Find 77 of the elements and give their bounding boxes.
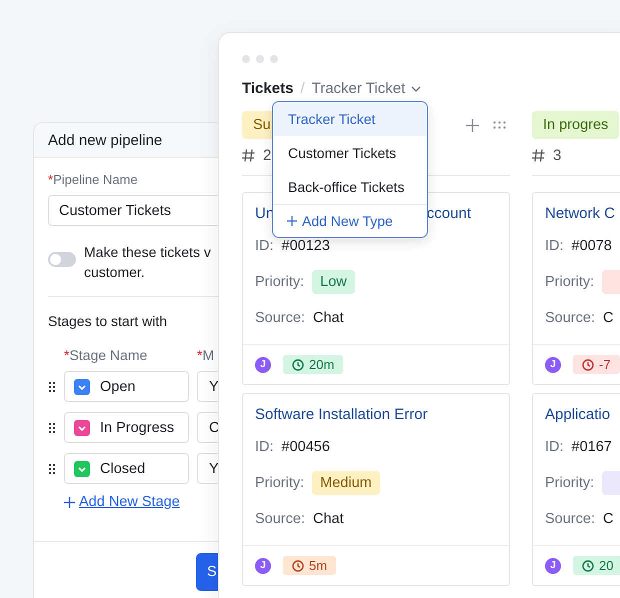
avatar: J xyxy=(255,558,271,574)
ticket-source: Chat xyxy=(312,310,344,326)
field-label: Priority: xyxy=(255,475,304,491)
add-type-button[interactable]: Add New Type xyxy=(273,204,427,237)
field-label: ID: xyxy=(255,238,274,254)
field-label: ID: xyxy=(545,439,564,455)
ticket-id: #00123 xyxy=(282,238,330,254)
timer-badge: -7 xyxy=(573,355,620,374)
ticket-source: C xyxy=(602,310,614,326)
breadcrumb-link[interactable]: Tickets xyxy=(242,80,294,97)
timer-badge: 20m xyxy=(283,355,344,374)
drag-handle-icon[interactable] xyxy=(48,462,56,474)
save-button[interactable]: S xyxy=(196,553,219,591)
chevron-down-icon xyxy=(411,86,422,92)
column-label: *Stage Name xyxy=(64,347,148,363)
ticket-title[interactable]: Software Installation Error xyxy=(255,406,428,423)
toggle-label: Make these tickets v xyxy=(84,243,211,262)
ticket-count: 2 xyxy=(263,146,272,164)
ticket-title[interactable]: Applicatio xyxy=(545,406,610,423)
stage-color-icon[interactable] xyxy=(74,378,90,394)
field-label: *Pipeline Name xyxy=(48,172,139,187)
priority-badge: Medium xyxy=(312,471,380,495)
field-label: Source: xyxy=(255,310,305,326)
field-label: Source: xyxy=(255,511,305,527)
field-label: Source: xyxy=(545,511,595,527)
ticket-title[interactable]: ccount xyxy=(426,205,471,222)
column-tag: In progres xyxy=(532,111,620,139)
breadcrumb-separator: / xyxy=(300,80,305,97)
hash-icon xyxy=(532,148,545,162)
stage-color-icon[interactable] xyxy=(74,460,90,476)
avatar: J xyxy=(545,356,561,372)
stage-name-field[interactable]: Open xyxy=(64,371,189,402)
toggle-switch[interactable] xyxy=(48,252,76,267)
section-title: Stages to start with xyxy=(48,313,168,329)
stage-name-field[interactable]: Closed xyxy=(64,453,189,484)
dropdown-item[interactable]: Tracker Ticket xyxy=(273,102,427,136)
ticket-card[interactable]: Software Installation Error ID: #00456 Priority: Medium Source: Chat J 5m xyxy=(242,393,510,586)
hash-icon xyxy=(242,148,255,162)
drag-handle-icon[interactable] xyxy=(48,380,56,392)
timer-badge: 20 xyxy=(573,556,620,575)
avatar: J xyxy=(255,356,271,372)
drag-handle-icon[interactable] xyxy=(48,422,56,434)
field-label: Priority: xyxy=(545,274,594,290)
ticket-id: #00456 xyxy=(282,439,330,455)
clock-icon xyxy=(292,358,304,370)
column-label: *M xyxy=(197,347,214,363)
priority-badge: Low xyxy=(312,270,355,294)
field-label: Priority: xyxy=(545,475,594,491)
stage-color-icon[interactable] xyxy=(74,420,90,436)
plus-icon xyxy=(64,496,75,508)
ticket-id: #0078 xyxy=(572,238,612,254)
window-dots-icon xyxy=(242,55,278,63)
field-label: ID: xyxy=(255,439,274,455)
plus-icon[interactable] xyxy=(466,118,479,132)
ticket-title[interactable]: Network C xyxy=(545,205,616,222)
field-label: ID: xyxy=(545,238,564,254)
ticket-id: #0167 xyxy=(572,439,612,455)
panel-title: Add new pipeline xyxy=(48,132,162,148)
ticket-card[interactable]: Applicatio ID: #0167 Priority: Source: C J 20 xyxy=(532,393,620,586)
avatar: J xyxy=(545,558,561,574)
plus-icon xyxy=(287,216,297,226)
stage-name-field[interactable]: In Progress xyxy=(64,412,189,443)
clock-icon xyxy=(292,560,304,572)
ticket-count: 3 xyxy=(553,146,562,164)
ticket-source: Chat xyxy=(312,511,344,527)
dropdown-item[interactable]: Customer Tickets xyxy=(273,136,427,170)
field-label: Priority: xyxy=(255,274,304,290)
field-label: Source: xyxy=(545,310,595,326)
clock-icon xyxy=(582,560,594,572)
toggle-label: customer. xyxy=(84,263,146,282)
add-stage-link[interactable]: Add New Stage xyxy=(79,494,180,510)
ticket-type-dropdown[interactable]: Tracker Ticket xyxy=(312,80,422,97)
timer-badge: 5m xyxy=(283,556,336,575)
grip-icon[interactable] xyxy=(493,121,506,129)
ticket-source: C xyxy=(602,511,614,527)
clock-icon xyxy=(582,358,594,370)
ticket-card[interactable]: Network C ID: #0078 Priority: Source: C J -7 xyxy=(532,192,620,385)
